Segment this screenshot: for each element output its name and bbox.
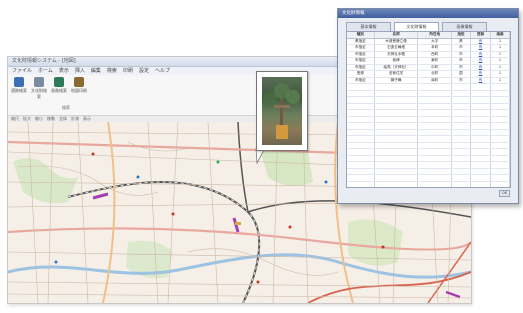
tab-image-info[interactable]: 画像情報 [442,22,487,31]
property-dialog: 文化財情報 基本情報 文化財情報 画像情報 種別 名称 所在地 指定 登録 画像… [337,8,519,204]
ribbon-tab-settings[interactable]: 設定 [139,67,149,75]
dialog-title: 文化財情報 [338,9,518,18]
map-print-button[interactable]: 地図印刷 [71,77,87,94]
ribbon-tab-file[interactable]: ファイル [12,67,32,75]
dialog-tab-bar: 基本情報 文化財情報 画像情報 [346,22,487,31]
ok-button[interactable]: OK [499,190,510,197]
empty-cell [451,188,470,189]
ribbon-tab-help[interactable]: ヘルプ [155,67,170,75]
photo-callout [256,71,308,151]
ribbon-tab-search[interactable]: 検索 [107,67,117,75]
ribbon-tab-print[interactable]: 印刷 [123,67,133,75]
property-search-label: 文化財検索 [31,88,47,99]
image-search-label: 画像検索 [51,88,67,93]
empty-cell [374,188,418,189]
property-search-button[interactable]: 文化財検索 [31,77,47,100]
tab-basic-info[interactable]: 基本情報 [346,22,391,31]
empty-cell [470,188,490,189]
search-icon [14,77,24,87]
ribbon-tab-edit[interactable]: 編集 [91,67,101,75]
table-body: 県指定 木造菩薩立像 大字県有 1 市指定 石造五輪塔 本町市有 1 市指定 天神社本殿 西町市有 1… [347,38,510,189]
empty-table-row [347,188,510,189]
empty-cell [491,188,510,189]
photo-content [263,83,300,139]
ribbon-group-label: 検索 [62,105,70,110]
ribbon-tab-home[interactable]: ホーム [38,67,53,75]
image-icon [54,77,64,87]
printer-icon [74,77,84,87]
document-icon [34,77,44,87]
ribbon-tab-insert[interactable]: 挿入 [75,67,85,75]
image-search-button[interactable]: 画像検索 [51,77,67,94]
tab-property-info[interactable]: 文化財情報 [394,22,439,31]
map-print-label: 地図印刷 [71,88,87,93]
empty-cell [418,188,452,189]
ribbon-tab-view[interactable]: 表示 [59,67,69,75]
station-marker [235,222,241,225]
empty-cell [347,188,374,189]
property-table: 種別 名称 所在地 指定 登録 画像 県指定 木造菩薩立像 大字県有 1 市指定 石造五輪… [346,31,511,188]
site-search-label: 遺跡検索 [11,88,27,93]
photo-icon [262,77,302,145]
site-search-button[interactable]: 遺跡検索 [11,77,27,94]
